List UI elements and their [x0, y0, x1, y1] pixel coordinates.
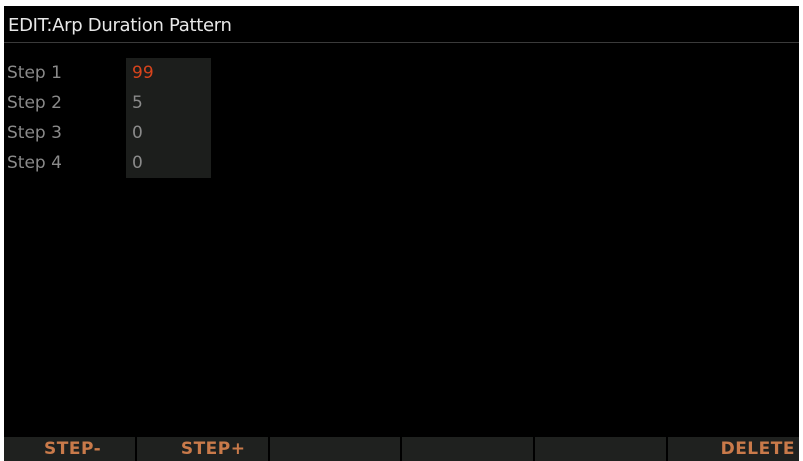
delete-softkey[interactable]: DELETE	[666, 437, 799, 461]
softkey-label: DELETE	[720, 439, 795, 459]
step-row-2: Step 2 5	[4, 88, 214, 118]
step-label: Step 3	[7, 123, 62, 143]
softkey-4-empty[interactable]	[400, 437, 534, 461]
step-value-field[interactable]: 0	[126, 148, 211, 178]
step-minus-softkey[interactable]: STEP-	[4, 437, 135, 461]
softkey-5-empty[interactable]	[533, 437, 667, 461]
step-value-field[interactable]: 99	[126, 58, 211, 88]
softkey-3-empty[interactable]	[267, 437, 401, 461]
step-label: Step 4	[7, 153, 62, 173]
step-value-field[interactable]: 5	[126, 88, 211, 118]
softkey-label: STEP-	[44, 439, 102, 459]
step-row-1: Step 1 99	[4, 58, 214, 88]
step-plus-softkey[interactable]: STEP+	[134, 437, 268, 461]
step-value-field[interactable]: 0	[126, 118, 211, 148]
step-parameter-list: Step 1 99 Step 2 5 Step 3 0 Step 4 0	[4, 58, 214, 178]
step-label: Step 2	[7, 93, 62, 113]
page-title: EDIT:Arp Duration Pattern	[8, 15, 232, 36]
step-row-3: Step 3 0	[4, 118, 214, 148]
step-row-4: Step 4 0	[4, 148, 214, 178]
step-label: Step 1	[7, 63, 62, 83]
softkey-bar: STEP- STEP+ DELETE	[4, 437, 799, 461]
softkey-label: STEP+	[180, 439, 246, 459]
title-bar: EDIT:Arp Duration Pattern	[4, 6, 799, 43]
display-screen: EDIT:Arp Duration Pattern Step 1 99 Step…	[4, 6, 799, 461]
